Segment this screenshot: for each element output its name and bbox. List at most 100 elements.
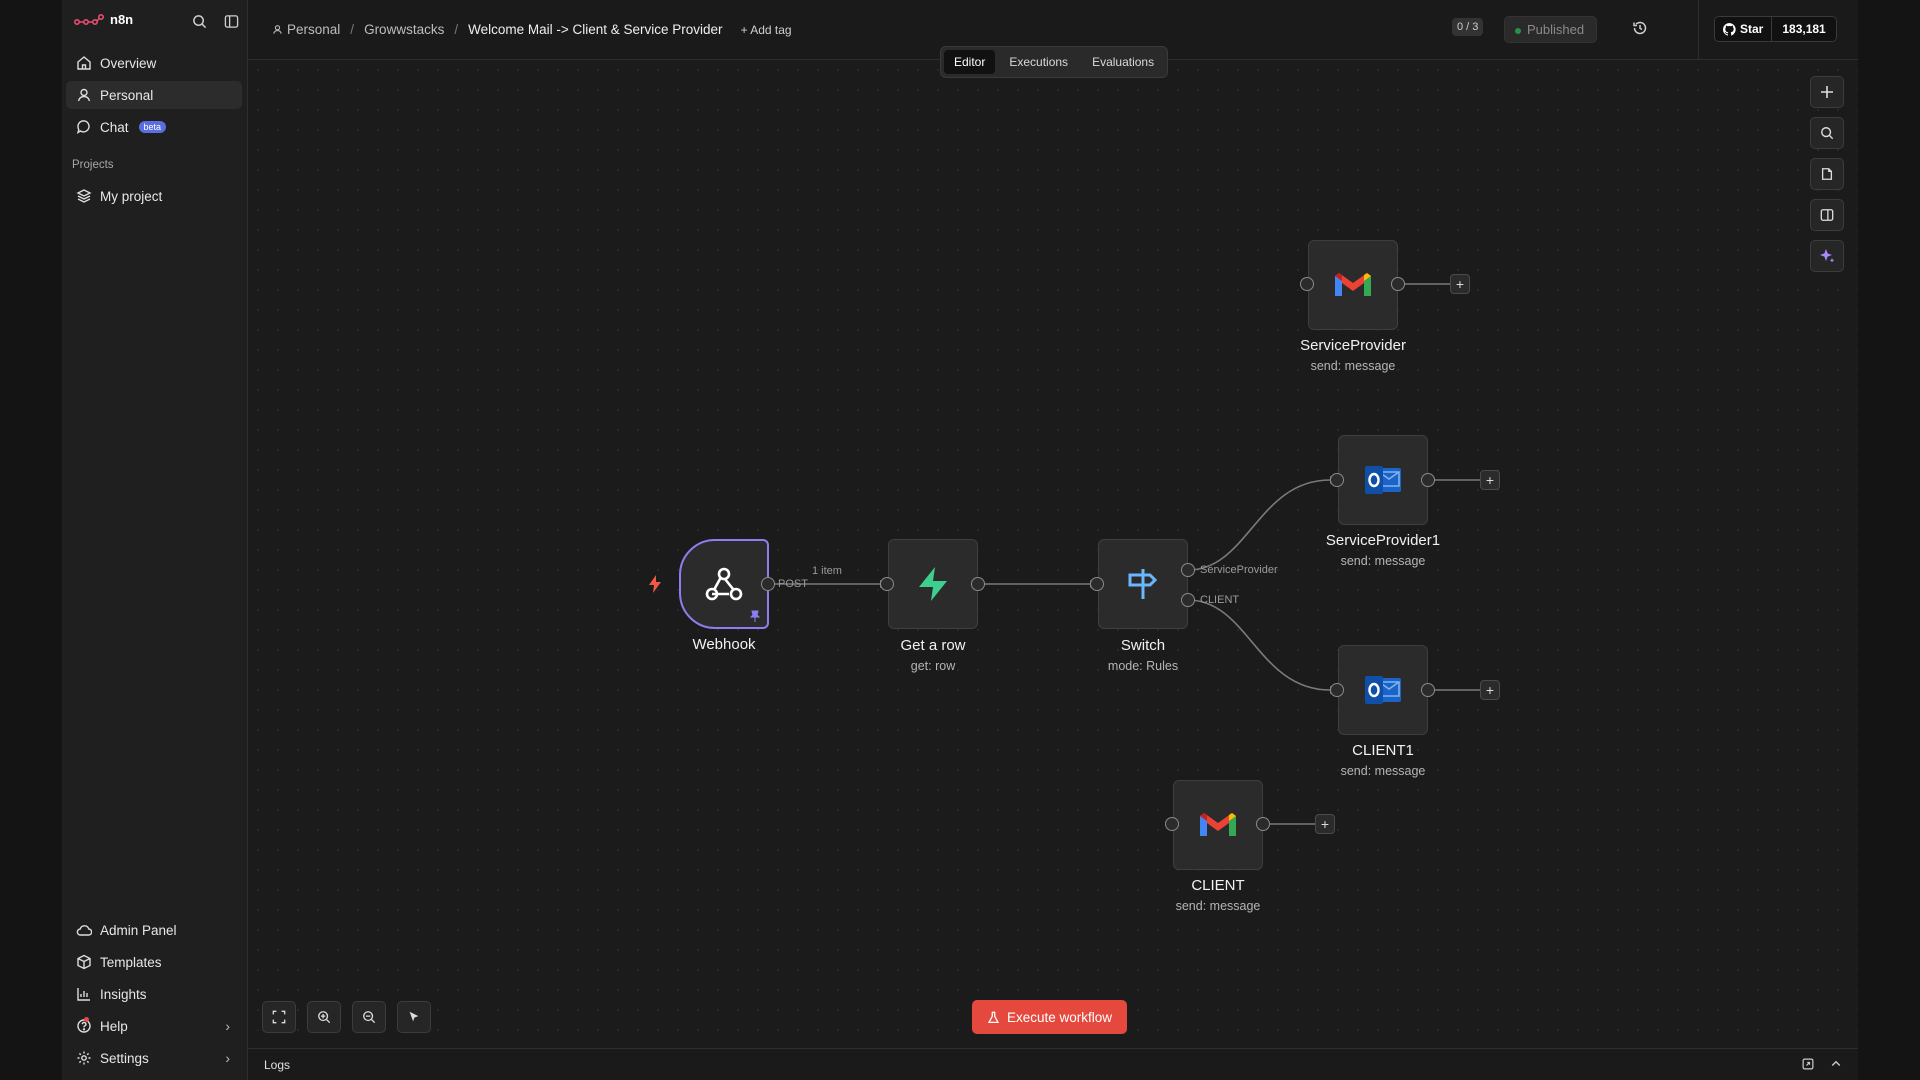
workflow-canvas[interactable]: POST 1 item Webhook Get a row get: row S… [248, 60, 1858, 1048]
panel-icon [1820, 209, 1834, 221]
breadcrumb-folder[interactable]: Growwstacks [364, 22, 444, 37]
sidebar-item-label: My project [100, 188, 163, 204]
get-a-row-input-port[interactable] [880, 577, 894, 591]
plus-icon [1821, 86, 1833, 98]
node-webhook[interactable] [679, 539, 769, 629]
home-icon [77, 56, 91, 70]
switch-input-port[interactable] [1090, 577, 1104, 591]
sidebar-item-label: Overview [100, 55, 157, 71]
node-get-a-row[interactable] [888, 539, 978, 629]
node-client[interactable] [1173, 780, 1263, 870]
node-client-sub: send: message [1175, 899, 1261, 913]
node-switch[interactable] [1098, 539, 1188, 629]
breadcrumb-personal[interactable]: Personal [287, 22, 340, 37]
tab-evaluations[interactable]: Evaluations [1082, 50, 1164, 74]
published-button[interactable]: Published [1504, 16, 1598, 43]
client1-output-port[interactable] [1421, 683, 1435, 697]
logs-bar[interactable]: Logs [248, 1048, 1858, 1080]
gmail-icon [1200, 813, 1236, 836]
node-service-provider-sub: send: message [1310, 359, 1396, 373]
sidebar-item-overview[interactable]: Overview [66, 49, 242, 77]
sidebar-item-admin-panel[interactable]: Admin Panel [66, 916, 242, 944]
pin-icon [749, 610, 761, 622]
service-provider-output-port[interactable] [1391, 277, 1405, 291]
gear-icon [77, 1051, 91, 1065]
webhook-output-label: POST [778, 578, 808, 590]
sparkle-icon [1820, 249, 1835, 263]
chart-icon [77, 988, 90, 1001]
popout-icon[interactable] [1802, 1058, 1814, 1073]
search-nodes-button[interactable] [1810, 117, 1844, 149]
sidebar-item-settings[interactable]: Settings › [66, 1044, 242, 1072]
mode-tabs: Editor Executions Evaluations [940, 46, 1169, 78]
right-margin [1858, 0, 1920, 1080]
chevron-up-icon[interactable] [1830, 1058, 1842, 1073]
get-a-row-output-port[interactable] [971, 577, 985, 591]
node-client1-label: CLIENT1 [1352, 742, 1414, 759]
sidebar-item-templates[interactable]: Templates [66, 948, 242, 976]
trigger-bolt-icon [649, 575, 661, 593]
zoom-in-button[interactable] [307, 1001, 341, 1033]
ai-assistant-button[interactable] [1810, 240, 1844, 272]
sidebar-toggle-icon[interactable] [222, 12, 240, 30]
switch-output-port-2[interactable] [1181, 593, 1195, 607]
zoom-out-button[interactable] [352, 1001, 386, 1033]
add-tag-button[interactable]: + Add tag [741, 23, 792, 37]
breadcrumb-separator: / [350, 22, 355, 37]
n8n-logo[interactable]: n8n [74, 12, 133, 27]
tab-editor[interactable]: Editor [944, 50, 996, 74]
tidy-up-button[interactable] [397, 1001, 431, 1033]
items-count-label: 1 item [812, 565, 842, 577]
node-service-provider1-label: ServiceProvider1 [1325, 532, 1441, 549]
canvas-zoom-controls [262, 1001, 431, 1033]
switch-output-label-2: CLIENT [1200, 594, 1240, 606]
node-client1[interactable] [1338, 645, 1428, 735]
sidebar-item-my-project[interactable]: My project [66, 182, 242, 210]
notification-dot [84, 1017, 89, 1022]
sidebar-item-label: Settings [100, 1050, 149, 1066]
supabase-icon [919, 567, 947, 601]
connections [768, 283, 1480, 825]
sidebar-item-help[interactable]: Help › [66, 1012, 242, 1040]
sticky-note-button[interactable] [1810, 158, 1844, 190]
chevron-right-icon: › [225, 1050, 230, 1066]
node-get-a-row-sub: get: row [910, 659, 956, 673]
service-provider-input-port[interactable] [1300, 277, 1314, 291]
node-service-provider1[interactable] [1338, 435, 1428, 525]
add-node-button[interactable]: + [1450, 274, 1470, 294]
webhook-output-port[interactable] [761, 577, 775, 591]
workflow-title[interactable]: Welcome Mail -> Client & Service Provide… [468, 22, 722, 37]
client-input-port[interactable] [1165, 817, 1179, 831]
breadcrumb-separator: / [454, 22, 459, 37]
client1-input-port[interactable] [1330, 683, 1344, 697]
service-provider1-output-port[interactable] [1421, 473, 1435, 487]
service-provider1-input-port[interactable] [1330, 473, 1344, 487]
layers-icon [76, 189, 92, 203]
chevron-right-icon: › [225, 1018, 230, 1034]
user-icon [273, 25, 282, 34]
execute-workflow-label: Execute workflow [1007, 1009, 1113, 1025]
execute-workflow-button[interactable]: Execute workflow [972, 1000, 1128, 1034]
tab-executions[interactable]: Executions [999, 50, 1078, 74]
note-icon [1821, 168, 1833, 180]
github-star-label: Star [1740, 22, 1764, 36]
gmail-icon [1335, 273, 1371, 296]
add-node-button[interactable]: + [1315, 814, 1335, 834]
add-node-tool-button[interactable] [1810, 76, 1844, 108]
projects-section-label: Projects [72, 159, 114, 171]
add-node-button[interactable]: + [1480, 470, 1500, 490]
toggle-panel-button[interactable] [1810, 199, 1844, 231]
sidebar-item-chat[interactable]: Chat beta [66, 113, 242, 141]
flask-icon [987, 1011, 1000, 1023]
search-icon[interactable] [190, 12, 208, 30]
sidebar-item-insights[interactable]: Insights [66, 980, 242, 1008]
fit-view-button[interactable] [262, 1001, 296, 1033]
node-service-provider[interactable] [1308, 240, 1398, 330]
github-star-button[interactable]: Star 183,181 [1714, 16, 1837, 42]
switch-output-port-1[interactable] [1181, 563, 1195, 577]
sidebar-item-personal[interactable]: Personal [66, 81, 242, 109]
history-icon[interactable] [1632, 20, 1650, 38]
add-node-button[interactable]: + [1480, 680, 1500, 700]
node-webhook-label: Webhook [692, 636, 756, 653]
client-output-port[interactable] [1256, 817, 1270, 831]
